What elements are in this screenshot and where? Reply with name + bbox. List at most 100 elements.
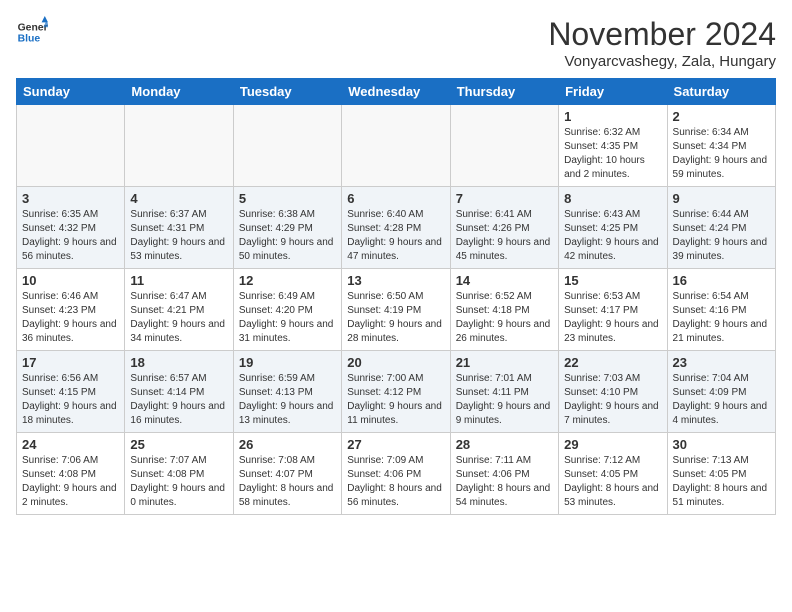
header-tuesday: Tuesday	[233, 79, 341, 105]
day-number: 29	[564, 437, 661, 452]
day-info: Sunrise: 6:56 AMSunset: 4:15 PMDaylight:…	[22, 372, 119, 428]
day-number: 1	[564, 109, 661, 124]
calendar-week-1: 1 Sunrise: 6:32 AMSunset: 4:35 PMDaylight…	[17, 105, 776, 187]
day-number: 27	[347, 437, 444, 452]
calendar-cell: 26 Sunrise: 7:08 AMSunset: 4:07 PMDayligh…	[233, 433, 341, 515]
day-number: 28	[456, 437, 553, 452]
day-number: 24	[22, 437, 119, 452]
day-info: Sunrise: 6:35 AMSunset: 4:32 PMDaylight:…	[22, 208, 119, 264]
day-info: Sunrise: 6:53 AMSunset: 4:17 PMDaylight:…	[564, 290, 661, 346]
calendar-cell: 21Sunrise: 7:01 AMSunset: 4:11 PMDayligh…	[450, 351, 558, 433]
day-number: 2	[673, 109, 770, 124]
day-number: 20	[347, 355, 444, 370]
day-info: Sunrise: 6:34 AMSunset: 4:34 PMDaylight:…	[673, 126, 770, 182]
day-info: Sunrise: 6:32 AMSunset: 4:35 PMDaylight:…	[564, 126, 661, 182]
calendar-cell: 19Sunrise: 6:59 AMSunset: 4:13 PMDayligh…	[233, 351, 341, 433]
calendar-cell: 5 Sunrise: 6:38 AMSunset: 4:29 PMDaylight…	[233, 187, 341, 269]
day-number: 19	[239, 355, 336, 370]
day-info: Sunrise: 7:00 AMSunset: 4:12 PMDaylight:…	[347, 372, 444, 428]
day-info: Sunrise: 6:38 AMSunset: 4:29 PMDaylight:…	[239, 208, 336, 264]
calendar-cell	[450, 105, 558, 187]
day-number: 3	[22, 191, 119, 206]
day-number: 6	[347, 191, 444, 206]
svg-text:General: General	[18, 22, 48, 33]
calendar-cell: 9 Sunrise: 6:44 AMSunset: 4:24 PMDaylight…	[667, 187, 775, 269]
day-number: 16	[673, 273, 770, 288]
calendar-cell	[17, 105, 125, 187]
calendar-cell: 22 Sunrise: 7:03 AMSunset: 4:10 PMDayligh…	[559, 351, 667, 433]
day-info: Sunrise: 6:44 AMSunset: 4:24 PMDaylight:…	[673, 208, 770, 264]
calendar-cell: 25 Sunrise: 7:07 AMSunset: 4:08 PMDayligh…	[125, 433, 233, 515]
header-wednesday: Wednesday	[342, 79, 450, 105]
calendar-cell: 16 Sunrise: 6:54 AMSunset: 4:16 PMDayligh…	[667, 269, 775, 351]
day-info: Sunrise: 7:12 AMSunset: 4:05 PMDaylight:…	[564, 454, 661, 510]
calendar-cell: 1 Sunrise: 6:32 AMSunset: 4:35 PMDaylight…	[559, 105, 667, 187]
day-info: Sunrise: 6:41 AMSunset: 4:26 PMDaylight:…	[456, 208, 553, 264]
calendar-cell: 2 Sunrise: 6:34 AMSunset: 4:34 PMDaylight…	[667, 105, 775, 187]
day-number: 8	[564, 191, 661, 206]
day-info: Sunrise: 6:37 AMSunset: 4:31 PMDaylight:…	[130, 208, 227, 264]
day-info: Sunrise: 7:06 AMSunset: 4:08 PMDaylight:…	[22, 454, 119, 510]
calendar-week-5: 24 Sunrise: 7:06 AMSunset: 4:08 PMDayligh…	[17, 433, 776, 515]
day-info: Sunrise: 7:09 AMSunset: 4:06 PMDaylight:…	[347, 454, 444, 510]
calendar-cell	[233, 105, 341, 187]
calendar-cell: 14Sunrise: 6:52 AMSunset: 4:18 PMDayligh…	[450, 269, 558, 351]
calendar-cell: 12Sunrise: 6:49 AMSunset: 4:20 PMDayligh…	[233, 269, 341, 351]
day-info: Sunrise: 6:46 AMSunset: 4:23 PMDaylight:…	[22, 290, 119, 346]
calendar-cell: 8Sunrise: 6:43 AMSunset: 4:25 PMDaylight…	[559, 187, 667, 269]
day-number: 14	[456, 273, 553, 288]
calendar-cell: 24 Sunrise: 7:06 AMSunset: 4:08 PMDayligh…	[17, 433, 125, 515]
calendar-cell: 11 Sunrise: 6:47 AMSunset: 4:21 PMDayligh…	[125, 269, 233, 351]
calendar-week-4: 17 Sunrise: 6:56 AMSunset: 4:15 PMDayligh…	[17, 351, 776, 433]
calendar-cell	[125, 105, 233, 187]
day-number: 10	[22, 273, 119, 288]
header-thursday: Thursday	[450, 79, 558, 105]
calendar-cell	[342, 105, 450, 187]
calendar-cell: 3 Sunrise: 6:35 AMSunset: 4:32 PMDaylight…	[17, 187, 125, 269]
day-info: Sunrise: 6:54 AMSunset: 4:16 PMDaylight:…	[673, 290, 770, 346]
day-number: 15	[564, 273, 661, 288]
calendar-cell: 30 Sunrise: 7:13 AMSunset: 4:05 PMDayligh…	[667, 433, 775, 515]
day-number: 22	[564, 355, 661, 370]
day-number: 23	[673, 355, 770, 370]
calendar-cell: 17 Sunrise: 6:56 AMSunset: 4:15 PMDayligh…	[17, 351, 125, 433]
logo: General Blue	[16, 16, 48, 48]
title-area: November 2024 Vonyarcvashegy, Zala, Hung…	[548, 16, 776, 70]
calendar-cell: 13 Sunrise: 6:50 AMSunset: 4:19 PMDayligh…	[342, 269, 450, 351]
day-info: Sunrise: 7:11 AMSunset: 4:06 PMDaylight:…	[456, 454, 553, 510]
day-number: 11	[130, 273, 227, 288]
calendar-cell: 6Sunrise: 6:40 AMSunset: 4:28 PMDaylight…	[342, 187, 450, 269]
header-sunday: Sunday	[17, 79, 125, 105]
day-number: 5	[239, 191, 336, 206]
day-info: Sunrise: 7:04 AMSunset: 4:09 PMDaylight:…	[673, 372, 770, 428]
day-number: 25	[130, 437, 227, 452]
day-info: Sunrise: 7:13 AMSunset: 4:05 PMDaylight:…	[673, 454, 770, 510]
day-number: 17	[22, 355, 119, 370]
calendar-header-row: Sunday Monday Tuesday Wednesday Thursday…	[17, 79, 776, 105]
calendar-cell: 29 Sunrise: 7:12 AMSunset: 4:05 PMDayligh…	[559, 433, 667, 515]
day-number: 7	[456, 191, 553, 206]
day-number: 9	[673, 191, 770, 206]
calendar-week-2: 3 Sunrise: 6:35 AMSunset: 4:32 PMDaylight…	[17, 187, 776, 269]
day-info: Sunrise: 7:03 AMSunset: 4:10 PMDaylight:…	[564, 372, 661, 428]
day-info: Sunrise: 6:50 AMSunset: 4:19 PMDaylight:…	[347, 290, 444, 346]
day-info: Sunrise: 6:47 AMSunset: 4:21 PMDaylight:…	[130, 290, 227, 346]
calendar-cell: 20 Sunrise: 7:00 AMSunset: 4:12 PMDayligh…	[342, 351, 450, 433]
calendar-cell: 10 Sunrise: 6:46 AMSunset: 4:23 PMDayligh…	[17, 269, 125, 351]
day-number: 26	[239, 437, 336, 452]
calendar-cell: 27 Sunrise: 7:09 AMSunset: 4:06 PMDayligh…	[342, 433, 450, 515]
day-number: 13	[347, 273, 444, 288]
day-number: 30	[673, 437, 770, 452]
day-number: 12	[239, 273, 336, 288]
day-info: Sunrise: 7:08 AMSunset: 4:07 PMDaylight:…	[239, 454, 336, 510]
month-title: November 2024	[548, 16, 776, 53]
page: General Blue November 2024 Vonyarcvasheg…	[0, 0, 792, 612]
svg-text:Blue: Blue	[18, 34, 41, 45]
calendar-cell: 15 Sunrise: 6:53 AMSunset: 4:17 PMDayligh…	[559, 269, 667, 351]
calendar-cell: 7 Sunrise: 6:41 AMSunset: 4:26 PMDaylight…	[450, 187, 558, 269]
header-monday: Monday	[125, 79, 233, 105]
calendar-week-3: 10 Sunrise: 6:46 AMSunset: 4:23 PMDayligh…	[17, 269, 776, 351]
day-info: Sunrise: 7:07 AMSunset: 4:08 PMDaylight:…	[130, 454, 227, 510]
calendar: Sunday Monday Tuesday Wednesday Thursday…	[16, 78, 776, 515]
calendar-cell: 4Sunrise: 6:37 AMSunset: 4:31 PMDaylight…	[125, 187, 233, 269]
